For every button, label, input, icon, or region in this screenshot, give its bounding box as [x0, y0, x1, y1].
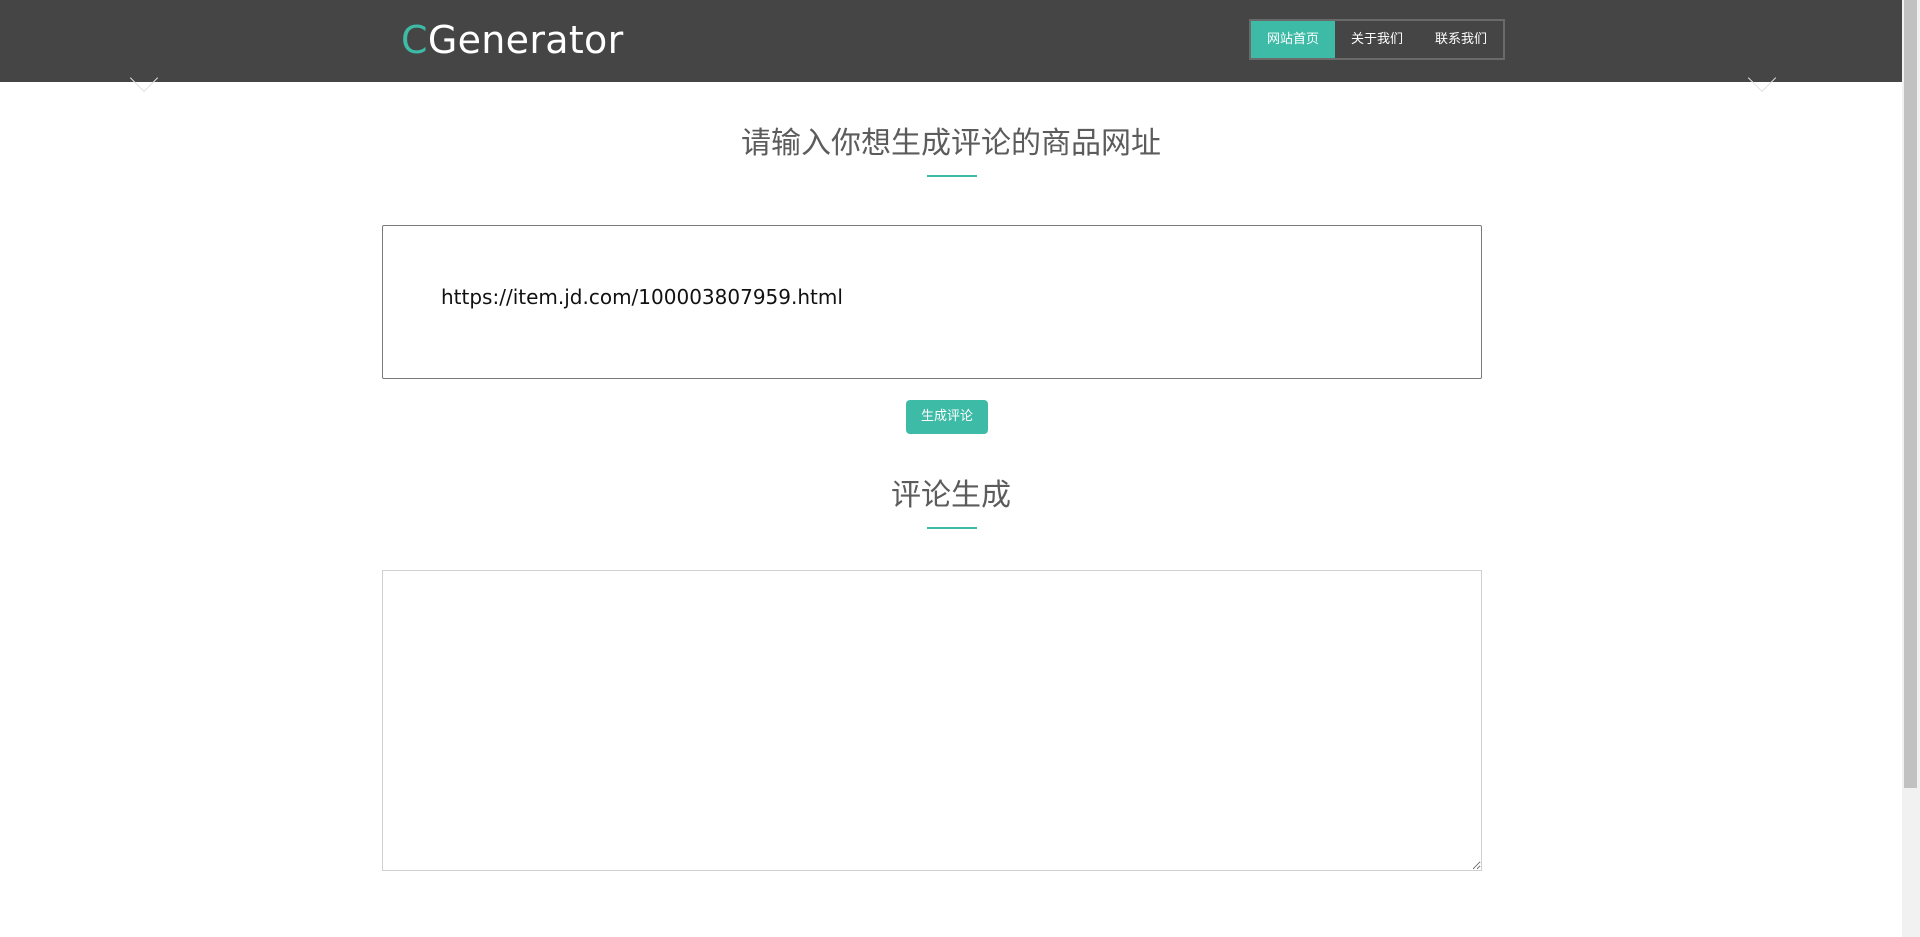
main-nav: 网站首页 关于我们 联系我们	[1249, 19, 1506, 60]
generate-comment-button[interactable]: 生成评论	[906, 400, 988, 434]
logo-accent-letter: C	[401, 18, 428, 62]
url-section-title: 请输入你想生成评论的商品网址	[741, 126, 1161, 161]
comment-output-textarea[interactable]	[382, 570, 1482, 871]
top-header: CGenerator 网站首页 关于我们 联系我们	[0, 0, 1902, 82]
scrollbar-thumb[interactable]	[1904, 0, 1917, 788]
url-input[interactable]	[441, 282, 1441, 312]
title-underline	[927, 175, 977, 177]
nav-item-about[interactable]: 关于我们	[1335, 21, 1419, 58]
page: CGenerator 网站首页 关于我们 联系我们 请输入你想生成评论的商品网址…	[0, 0, 1920, 937]
site-logo[interactable]: CGenerator	[401, 14, 624, 66]
url-input-box	[382, 225, 1482, 379]
vertical-scrollbar[interactable]	[1902, 0, 1920, 937]
output-section-title: 评论生成	[891, 478, 1011, 513]
nav-item-home[interactable]: 网站首页	[1251, 21, 1336, 58]
nav-item-contact[interactable]: 联系我们	[1419, 21, 1503, 58]
title-underline	[927, 527, 977, 529]
logo-text: Generator	[427, 18, 624, 62]
